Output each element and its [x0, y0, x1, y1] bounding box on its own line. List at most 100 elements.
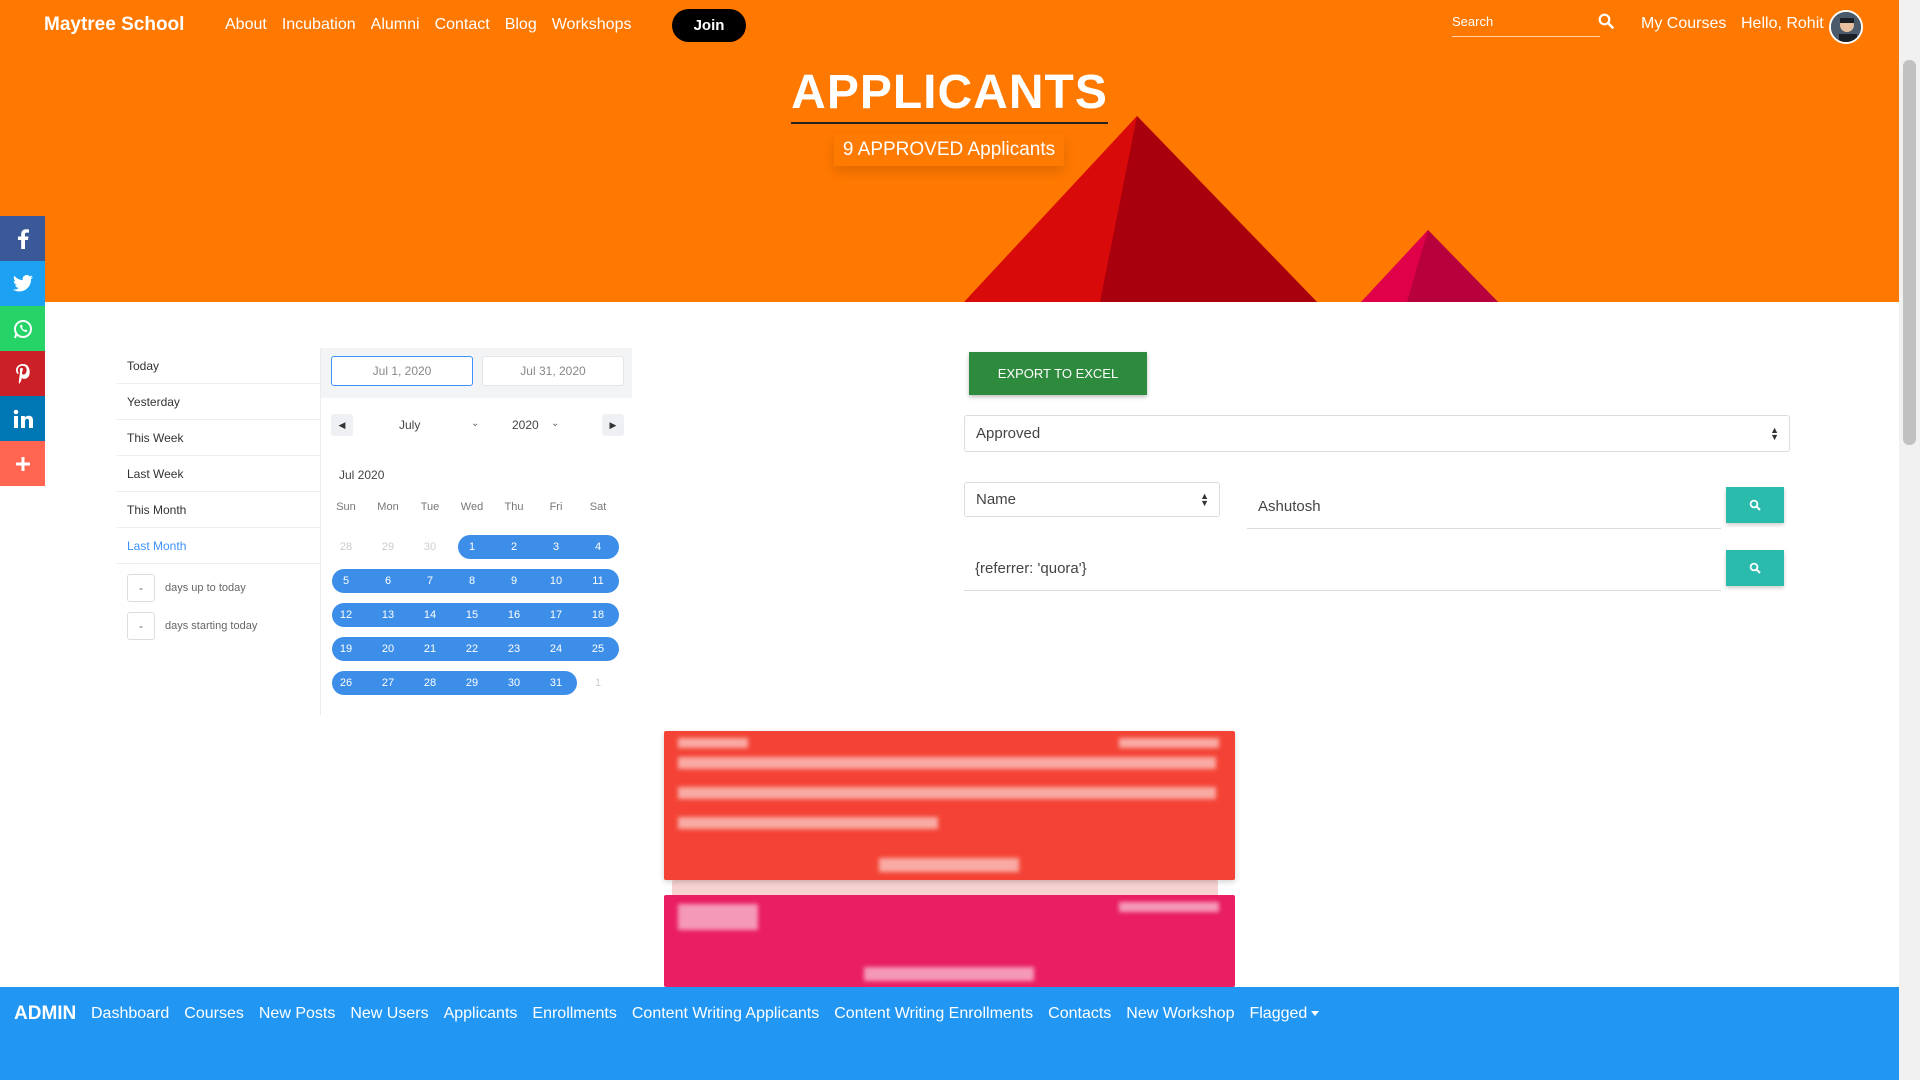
calendar-day-selected[interactable]: 20 — [367, 637, 409, 661]
calendar-day-selected[interactable]: 1 — [451, 535, 493, 559]
admin-link-contacts[interactable]: Contacts — [1048, 1005, 1111, 1023]
status-select[interactable]: Approved ▲ ▼ — [964, 415, 1790, 452]
twitter-icon[interactable] — [0, 261, 45, 306]
name-search-button[interactable] — [1726, 487, 1784, 523]
calendar-day-selected[interactable]: 5 — [325, 569, 367, 593]
nav-link-alumni[interactable]: Alumni — [371, 16, 420, 34]
nav-link-about[interactable]: About — [225, 16, 267, 34]
calendar-day-selected[interactable]: 28 — [409, 671, 451, 695]
calendar-day-selected[interactable]: 25 — [577, 637, 619, 661]
calendar-day-selected[interactable]: 21 — [409, 637, 451, 661]
my-courses-link[interactable]: My Courses — [1641, 15, 1726, 33]
start-date-input[interactable]: Jul 1, 2020 — [331, 356, 473, 386]
admin-link-enrollments[interactable]: Enrollments — [532, 1005, 616, 1023]
calendar-day-selected[interactable]: 6 — [367, 569, 409, 593]
calendar-day-selected[interactable]: 19 — [325, 637, 367, 661]
calendar-day-selected[interactable]: 3 — [535, 535, 577, 559]
admin-link-new-users[interactable]: New Users — [350, 1005, 428, 1023]
date-range-picker: Today Yesterday This Week Last Week This… — [117, 348, 633, 715]
join-button[interactable]: Join — [672, 9, 746, 42]
search-icon — [1749, 562, 1761, 574]
page-scrollbar[interactable] — [1899, 0, 1920, 1080]
range-last-month[interactable]: Last Month — [117, 528, 320, 564]
days-up-row: - days up to today — [127, 574, 246, 602]
month-select[interactable]: July — [399, 418, 420, 432]
nav-link-contact[interactable]: Contact — [435, 16, 490, 34]
calendar-day-selected[interactable]: 23 — [493, 637, 535, 661]
search-icon[interactable] — [1598, 13, 1614, 29]
nav-link-incubation[interactable]: Incubation — [282, 16, 356, 34]
admin-link-cw-enrollments[interactable]: Content Writing Enrollments — [834, 1005, 1033, 1023]
calendar-day-selected[interactable]: 24 — [535, 637, 577, 661]
prev-month-icon[interactable]: ◀ — [331, 414, 353, 436]
calendar-day-muted[interactable]: 1 — [577, 671, 619, 695]
calendar-day-selected[interactable]: 7 — [409, 569, 451, 593]
days-start-label: days starting today — [165, 620, 258, 632]
calendar-day-selected[interactable]: 29 — [451, 671, 493, 695]
user-greeting[interactable]: Hello, Rohit — [1741, 15, 1824, 33]
search-input[interactable] — [1452, 10, 1572, 32]
admin-link-cw-applicants[interactable]: Content Writing Applicants — [632, 1005, 819, 1023]
end-date-input[interactable]: Jul 31, 2020 — [482, 356, 624, 386]
more-share-icon[interactable] — [0, 441, 45, 486]
query-input[interactable]: {referrer: 'quora'} — [964, 546, 1721, 591]
calendar-day-selected[interactable]: 11 — [577, 569, 619, 593]
calendar-day-selected[interactable]: 27 — [367, 671, 409, 695]
applicant-card[interactable] — [664, 731, 1235, 880]
whatsapp-icon[interactable] — [0, 306, 45, 351]
admin-link-courses[interactable]: Courses — [184, 1005, 244, 1023]
admin-brand[interactable]: ADMIN — [14, 1003, 76, 1025]
calendar-day-muted[interactable]: 29 — [367, 535, 409, 559]
calendar-month-label: Jul 2020 — [339, 468, 385, 482]
range-today[interactable]: Today — [117, 348, 320, 384]
calendar-day-selected[interactable]: 18 — [577, 603, 619, 627]
days-up-input[interactable]: - — [127, 574, 155, 602]
range-this-week[interactable]: This Week — [117, 420, 320, 456]
calendar-day-muted[interactable]: 30 — [409, 535, 451, 559]
query-search-button[interactable] — [1726, 550, 1784, 586]
avatar[interactable] — [1829, 10, 1863, 44]
admin-link-new-workshop[interactable]: New Workshop — [1126, 1005, 1234, 1023]
next-month-icon[interactable]: ▶ — [602, 414, 624, 436]
calendar-day-selected[interactable]: 4 — [577, 535, 619, 559]
calendar-day-selected[interactable]: 12 — [325, 603, 367, 627]
calendar-day-selected[interactable]: 13 — [367, 603, 409, 627]
preset-ranges: Today Yesterday This Week Last Week This… — [117, 348, 320, 564]
calendar-day-selected[interactable]: 2 — [493, 535, 535, 559]
calendar-day-selected[interactable]: 15 — [451, 603, 493, 627]
nav-link-blog[interactable]: Blog — [505, 16, 537, 34]
page-title: APPLICANTS — [791, 66, 1108, 124]
calendar-day-selected[interactable]: 22 — [451, 637, 493, 661]
days-start-input[interactable]: - — [127, 612, 155, 640]
brand-logo[interactable]: Maytree School — [44, 14, 184, 36]
calendar-day-selected[interactable]: 30 — [493, 671, 535, 695]
pinterest-icon[interactable] — [0, 351, 45, 396]
range-this-month[interactable]: This Month — [117, 492, 320, 528]
admin-link-dashboard[interactable]: Dashboard — [91, 1005, 169, 1023]
facebook-icon[interactable] — [0, 216, 45, 261]
calendar-day-muted[interactable]: 28 — [325, 535, 367, 559]
export-excel-button[interactable]: EXPORT TO EXCEL — [969, 352, 1147, 395]
admin-link-new-posts[interactable]: New Posts — [259, 1005, 335, 1023]
calendar-day-selected[interactable]: 16 — [493, 603, 535, 627]
calendar-day-selected[interactable]: 26 — [325, 671, 367, 695]
name-search-input[interactable]: Ashutosh — [1247, 484, 1721, 529]
nav-link-workshops[interactable]: Workshops — [552, 16, 632, 34]
linkedin-icon[interactable] — [0, 396, 45, 441]
calendar-day-selected[interactable]: 14 — [409, 603, 451, 627]
calendar-day-selected[interactable]: 10 — [535, 569, 577, 593]
year-select[interactable]: 2020 — [512, 418, 539, 432]
applicant-card[interactable] — [664, 895, 1235, 987]
admin-link-applicants[interactable]: Applicants — [444, 1005, 518, 1023]
calendar-day-selected[interactable]: 31 — [535, 671, 577, 695]
calendar-day-selected[interactable]: 9 — [493, 569, 535, 593]
calendar-day-selected[interactable]: 17 — [535, 603, 577, 627]
scrollbar-thumb[interactable] — [1903, 60, 1916, 445]
weekday-label: Tue — [420, 501, 440, 513]
admin-link-flagged[interactable]: Flagged — [1249, 1005, 1320, 1023]
card-shadow-strip — [672, 880, 1218, 896]
calendar-day-selected[interactable]: 8 — [451, 569, 493, 593]
range-last-week[interactable]: Last Week — [117, 456, 320, 492]
range-yesterday[interactable]: Yesterday — [117, 384, 320, 420]
field-select[interactable]: Name ▲ ▼ — [964, 482, 1220, 517]
